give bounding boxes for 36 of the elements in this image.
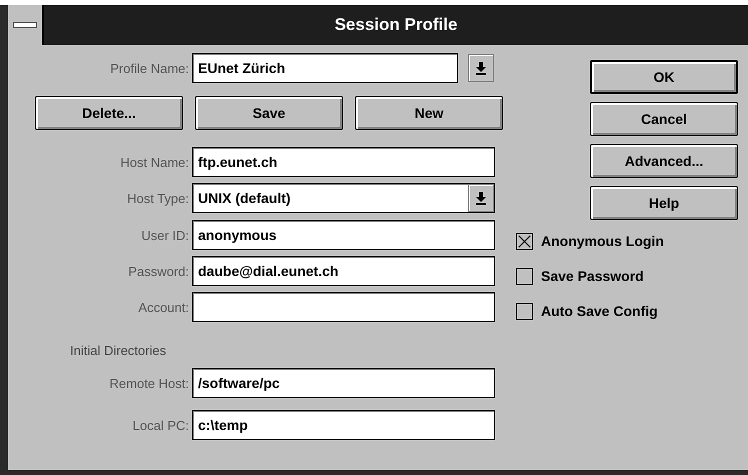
input-field[interactable]	[192, 292, 495, 322]
checkbox-label: Anonymous Login	[541, 233, 664, 249]
input-field[interactable]: c:\temp	[192, 410, 495, 440]
field-label: User ID:	[140, 228, 190, 242]
checkbox[interactable]	[516, 232, 533, 250]
field-label: Local PC:	[132, 418, 190, 432]
dialog-button[interactable]: Cancel	[590, 102, 738, 136]
dropdown-arrow-icon	[476, 192, 486, 204]
dropdown-arrow-icon	[476, 62, 486, 74]
dialog-button[interactable]: OK	[590, 60, 738, 94]
field-label: Account:	[137, 300, 190, 314]
checkbox-label: Save Password	[541, 268, 644, 284]
system-menu-button[interactable]	[8, 5, 44, 45]
dropdown-field[interactable]: UNIX (default)	[192, 183, 495, 213]
dialog-button[interactable]: Help	[590, 186, 738, 220]
checkbox[interactable]	[516, 268, 533, 284]
field-label: Host Name:	[119, 154, 190, 170]
input-field[interactable]: ftp.eunet.ch	[192, 147, 495, 177]
input-field[interactable]: anonymous	[192, 220, 495, 250]
field-label: Remote Host:	[108, 376, 190, 390]
window-title: Session Profile	[334, 15, 458, 35]
input-field[interactable]: EUnet Zürich	[192, 53, 458, 83]
push-button[interactable]: New	[355, 96, 503, 130]
dropdown-button[interactable]	[468, 54, 494, 82]
section-label: Initial Directories	[70, 344, 168, 358]
dialog-button[interactable]: Advanced...	[590, 144, 738, 178]
push-button[interactable]: Delete...	[35, 96, 183, 130]
checkbox-label: Auto Save Config	[541, 303, 658, 319]
push-button[interactable]: Save	[195, 96, 343, 130]
field-label: Host Type:	[126, 190, 190, 206]
input-field[interactable]: /software/pc	[192, 368, 495, 398]
field-label: Profile Name:	[109, 60, 190, 76]
field-label: Password:	[127, 264, 190, 278]
checkbox[interactable]	[516, 302, 533, 320]
dropdown-button[interactable]	[468, 184, 494, 212]
input-field[interactable]: daube@dial.eunet.ch	[192, 256, 495, 286]
